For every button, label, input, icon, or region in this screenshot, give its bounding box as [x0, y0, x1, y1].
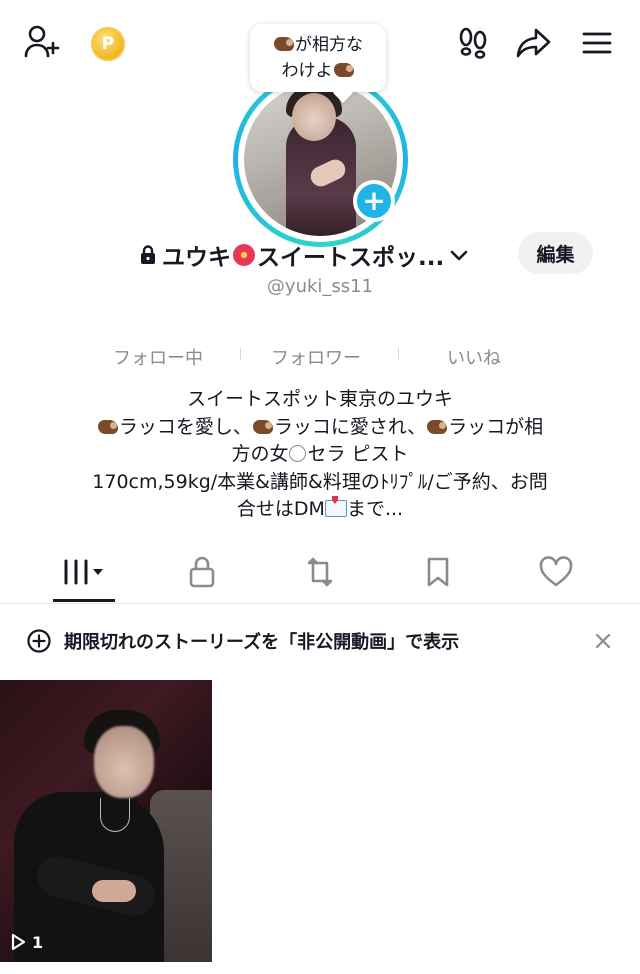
tab-liked[interactable] — [492, 540, 620, 604]
otter-icon — [252, 419, 273, 434]
chevron-down-icon — [450, 250, 468, 261]
profile-name[interactable]: ユウキ スイートスポッ... — [140, 238, 470, 272]
active-tab-indicator — [53, 599, 115, 602]
bubble-text-1: が相方な — [295, 35, 363, 55]
bio-line-2: ラッコを愛し、 ラッコに愛され、 ラッコが相 — [50, 414, 590, 442]
stat-following[interactable]: フォロー中 — [113, 344, 203, 370]
bio-line-5: 合せはDM まで... — [50, 496, 590, 524]
heart-icon — [539, 556, 573, 587]
add-story-button[interactable]: + — [353, 180, 395, 222]
bio[interactable]: スイートスポット東京のユウキ ラッコを愛し、 ラッコに愛され、 ラッコが相 方の女セ… — [50, 386, 590, 524]
add-friend-icon[interactable] — [22, 22, 62, 62]
lock-icon — [189, 556, 215, 588]
plus-icon: + — [362, 184, 386, 217]
stat-likes[interactable]: いいね — [447, 344, 501, 370]
otter-icon — [274, 37, 294, 51]
avatar-ring[interactable] — [233, 72, 408, 247]
username: @yuki_ss11 — [266, 276, 374, 297]
story-add-icon — [27, 629, 51, 653]
hibiscus-icon — [233, 244, 255, 266]
grid-icon — [64, 559, 103, 585]
content-tabs — [0, 540, 640, 604]
bubble-line-2: わけよ — [282, 58, 355, 84]
mail-icon — [324, 500, 347, 517]
coin-letter: P — [91, 27, 125, 61]
expired-stories-text: 期限切れのストーリーズを「非公開動画」で表示 — [64, 632, 460, 653]
bio-text: ラッコが相 — [448, 415, 544, 438]
bookmark-icon — [427, 557, 449, 587]
close-icon[interactable] — [594, 632, 612, 650]
bio-line-4: 170cm,59kg/本業&講師&料理のﾄﾘﾌﾟﾙ/ご予約、お問 — [92, 470, 548, 493]
name-row: ユウキ スイートスポッ... 編集 — [0, 232, 640, 276]
bio-text: 合せはDM — [236, 498, 325, 520]
repost-icon — [307, 557, 333, 587]
menu-icon[interactable] — [578, 24, 616, 62]
tab-private[interactable] — [138, 540, 266, 604]
profile-name-rest: スイートスポッ... — [257, 245, 445, 271]
otter-icon — [333, 63, 354, 77]
bio-line-1: スイートスポット東京のユウキ — [186, 388, 453, 410]
bubble-line-1: が相方な — [273, 32, 363, 58]
bio-text: 方の女 — [231, 443, 289, 465]
coin-icon[interactable]: P — [90, 26, 126, 62]
view-count: 1 — [8, 932, 43, 952]
profile-name-text: ユウキ — [162, 245, 231, 271]
otter-icon — [427, 419, 448, 434]
footprints-icon[interactable] — [454, 24, 492, 62]
lock-icon — [141, 245, 155, 264]
bio-line-3: 方の女 セラ ピスト — [50, 441, 590, 469]
tab-favorites[interactable] — [374, 540, 502, 604]
tab-reposts[interactable] — [256, 540, 384, 604]
stat-divider — [398, 348, 399, 360]
expired-stories-banner[interactable]: 期限切れのストーリーズを「非公開動画」で表示 — [0, 604, 640, 676]
bio-text: まで... — [346, 498, 404, 520]
stat-followers[interactable]: フォロワー — [271, 344, 361, 370]
play-icon — [11, 933, 26, 951]
status-bubble[interactable]: が相方な わけよ — [250, 24, 386, 92]
bio-text: ラッコを愛し、 — [118, 415, 252, 438]
video-thumbnail[interactable]: 1 — [0, 680, 212, 962]
stats-row: フォロー中 フォロワー いいね — [0, 344, 640, 374]
view-count-text: 1 — [32, 932, 44, 952]
stat-divider — [240, 348, 241, 360]
edit-profile-button[interactable]: 編集 — [518, 232, 593, 274]
otter-icon — [97, 419, 118, 434]
bio-text: ラッコに愛され、 — [273, 415, 427, 438]
share-icon[interactable] — [514, 22, 554, 62]
bubble-text-2: わけよ — [281, 61, 333, 81]
tab-videos[interactable] — [20, 540, 148, 604]
circle-icon — [289, 445, 307, 462]
bio-text: セラ ピスト — [307, 443, 409, 465]
